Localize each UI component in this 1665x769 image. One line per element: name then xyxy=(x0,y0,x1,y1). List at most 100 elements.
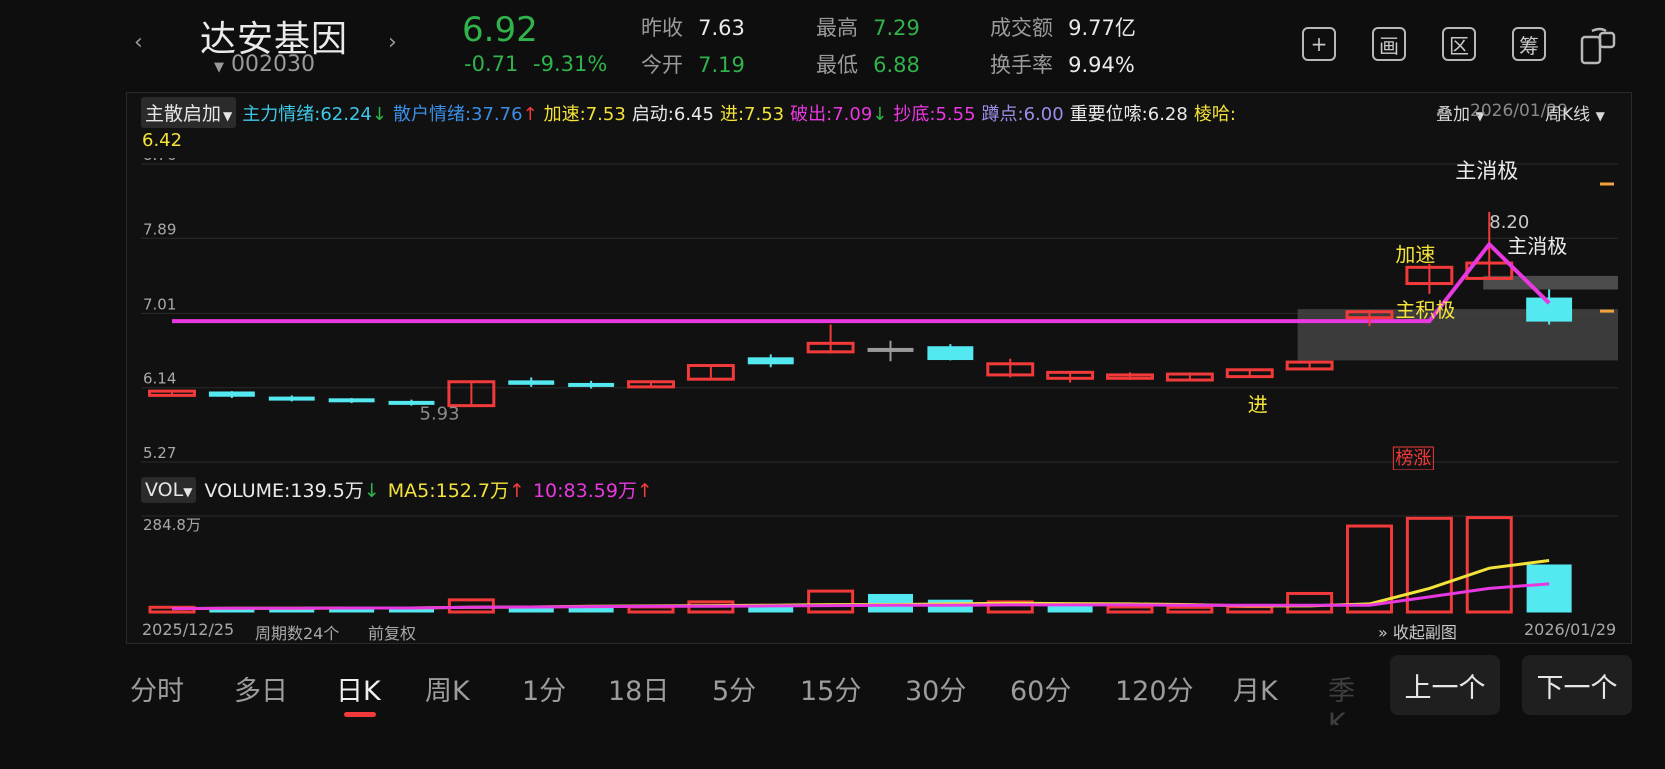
prev-close-label: 昨收 xyxy=(641,16,683,40)
active-tab-underline xyxy=(344,712,376,717)
indicator-item: 抄底:5.55 xyxy=(893,103,976,125)
amount-value: 9.77亿 xyxy=(1068,16,1136,40)
collapse-subchart-button[interactable]: » 收起副图 xyxy=(1378,619,1457,643)
chart-annotation: 主消极 xyxy=(1507,234,1567,258)
indicator-item: 启动:6.45 xyxy=(631,103,714,125)
collapse-icon: » xyxy=(1378,623,1388,642)
volume-bar xyxy=(1047,605,1093,613)
candle xyxy=(927,346,974,361)
quote-amount: 成交额 9.77亿 xyxy=(990,12,1136,42)
open-value: 7.19 xyxy=(698,53,745,77)
candle xyxy=(747,357,794,365)
price-change: -0.71 -9.31% xyxy=(464,52,607,76)
quote-low: 最低 6.88 xyxy=(816,49,920,79)
price-change-value: -0.71 xyxy=(464,52,519,76)
tab-period[interactable]: 1分 xyxy=(522,669,566,708)
period-count: 周期数24个 xyxy=(255,624,340,643)
indicator-arrow: ↓ xyxy=(872,103,888,125)
current-price: 6.92 xyxy=(462,10,538,50)
volume-bar xyxy=(1106,605,1154,614)
indicator-wrap-value: 6.42 xyxy=(142,130,183,151)
prev-stock-button[interactable]: 上一个 xyxy=(1390,655,1500,715)
open-label: 今开 xyxy=(641,53,683,77)
tab-period[interactable]: 120分 xyxy=(1115,669,1194,708)
chevron-down-icon: ▼ xyxy=(1595,109,1605,123)
tab-period[interactable]: 多日 xyxy=(234,669,288,708)
prev-close-value: 7.63 xyxy=(698,16,745,40)
volume-bar xyxy=(807,589,855,614)
volume-value: VOLUME:139.5万↓ xyxy=(204,476,379,503)
volume-indicator-select[interactable]: VOL▼ xyxy=(141,476,197,503)
chart-annotation: 加速 xyxy=(1395,242,1435,266)
y-tick-label: 8.76 xyxy=(143,158,176,164)
ma5-value-text: MA5:152.7万 xyxy=(387,480,510,502)
ma5-arrow: ↑ xyxy=(509,480,525,502)
amount-label: 成交额 xyxy=(990,16,1053,40)
indicator-item: 主力情绪:62.24↓ xyxy=(242,103,387,125)
indicator-item: 破出:7.09↓ xyxy=(790,103,888,125)
tab-period[interactable]: 18日 xyxy=(608,669,669,708)
quote-prev-close: 昨收 7.63 xyxy=(641,12,745,42)
low-value: 6.88 xyxy=(873,53,920,77)
candle xyxy=(508,380,555,385)
indicator-item: 散户情绪:37.76↑ xyxy=(392,103,538,125)
volume-bar xyxy=(508,607,554,613)
candle xyxy=(568,382,615,387)
candle xyxy=(208,391,255,397)
tab-period[interactable]: 周K xyxy=(425,669,470,708)
volume-indicator-name: VOL xyxy=(145,478,184,501)
volume-bar xyxy=(1166,605,1214,614)
indicator-name: 主散启加 xyxy=(145,103,222,125)
tab-period[interactable]: 季K xyxy=(1328,669,1355,725)
tab-period[interactable]: 30分 xyxy=(905,669,966,708)
rotate-screen-icon[interactable] xyxy=(1578,25,1618,69)
tab-period[interactable]: 5分 xyxy=(712,669,756,708)
y-tick-label: 7.89 xyxy=(143,220,176,238)
period-select[interactable]: 周K线 ▼ xyxy=(1545,100,1605,125)
chevron-down-icon: ▼ xyxy=(183,484,193,499)
chart-annotation: 5.93 xyxy=(420,404,460,425)
quote-turnover: 换手率 9.94% xyxy=(990,49,1135,79)
volume-bar xyxy=(1526,564,1572,613)
period-tabs: 分时 多日 日K 周K 1分 18日 5分 15分 30分 60分 120分 月K 季K xyxy=(130,665,1355,725)
ma10-arrow: ↑ xyxy=(636,480,653,502)
volume-bar xyxy=(568,607,614,613)
draw-icon[interactable]: 画 xyxy=(1372,27,1406,61)
stock-code-select[interactable]: ▼ 002030 xyxy=(214,52,315,77)
turnover-value: 9.94% xyxy=(1068,53,1135,77)
volume-bar xyxy=(1286,591,1334,614)
ma5-value: MA5:152.7万↑ xyxy=(388,476,525,503)
indicator-select[interactable]: 主散启加 ▼ xyxy=(141,97,237,128)
tab-period[interactable]: 日K xyxy=(336,669,381,708)
next-stock-arrow-icon[interactable]: › xyxy=(388,30,397,55)
price-change-pct: -9.31% xyxy=(533,52,608,76)
ma10-line xyxy=(171,582,1550,611)
chevron-down-icon: ▼ xyxy=(223,109,233,123)
tab-period[interactable]: 60分 xyxy=(1010,669,1071,708)
quote-high: 最高 7.29 xyxy=(816,12,920,42)
tab-period[interactable]: 15分 xyxy=(800,669,861,708)
chart-annotation: 主积极 xyxy=(1395,298,1455,322)
candle xyxy=(268,396,315,401)
price-chart[interactable]: 8.767.897.016.145.275.93进主积极加速主消极8.20主消极… xyxy=(141,158,1618,470)
indicator-item: 棱哈: xyxy=(1193,103,1236,125)
candle xyxy=(867,347,914,352)
end-date: 2026/01/29 xyxy=(1524,620,1617,639)
period-label: 周K线 xyxy=(1545,105,1591,125)
chip-icon[interactable]: 筹 xyxy=(1512,27,1546,61)
ma10-value-text: 10:83.59万 xyxy=(532,480,637,502)
tab-period[interactable]: 月K xyxy=(1233,669,1278,708)
indicator-item: 加速:7.53 xyxy=(543,103,626,125)
volume-chart[interactable]: 284.8万 xyxy=(141,506,1618,618)
chart-annotation: 榜涨 xyxy=(1395,448,1431,469)
volume-value-text: VOLUME:139.5万 xyxy=(204,480,364,502)
turnover-label: 换手率 xyxy=(990,53,1053,77)
next-stock-button[interactable]: 下一个 xyxy=(1522,655,1632,715)
indicator-arrow: ↑ xyxy=(522,103,538,125)
range-icon[interactable]: 区 xyxy=(1442,27,1476,61)
prev-stock-arrow-icon[interactable]: ‹ xyxy=(134,30,143,55)
chart-annotation: 8.20 xyxy=(1489,212,1529,233)
tab-period[interactable]: 分时 xyxy=(130,669,184,708)
adjust-mode[interactable]: 前复权 xyxy=(368,620,416,644)
plus-icon[interactable]: + xyxy=(1302,27,1336,61)
